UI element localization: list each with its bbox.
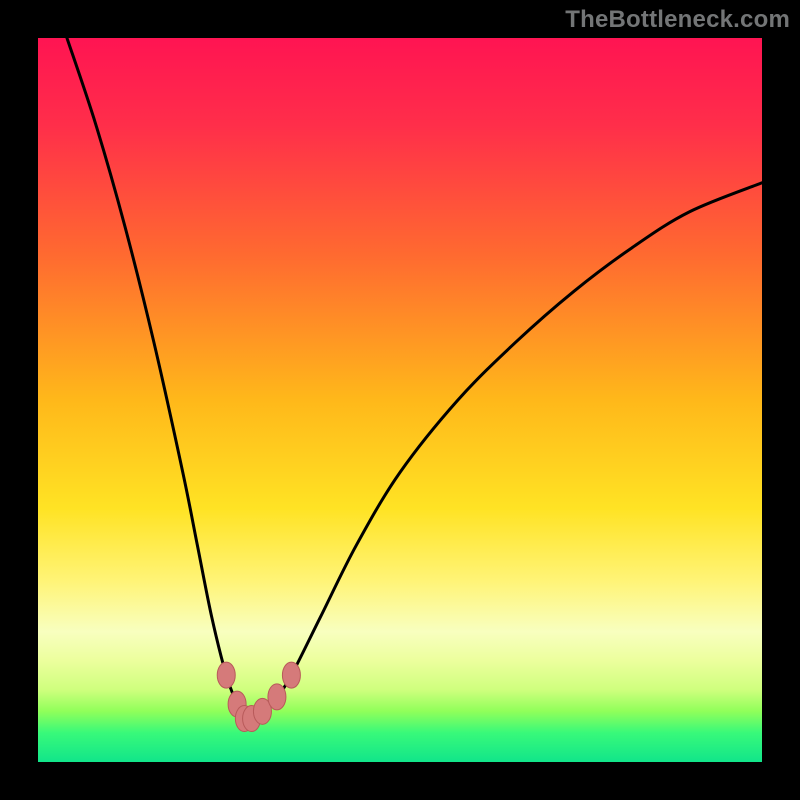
curve-marker [282, 662, 300, 688]
plot-area [38, 38, 762, 762]
attribution-text: TheBottleneck.com [565, 6, 790, 34]
plot-svg [38, 38, 762, 762]
chart-frame: TheBottleneck.com [0, 0, 800, 800]
gradient-background [38, 38, 762, 762]
curve-marker [268, 684, 286, 710]
curve-marker [217, 662, 235, 688]
